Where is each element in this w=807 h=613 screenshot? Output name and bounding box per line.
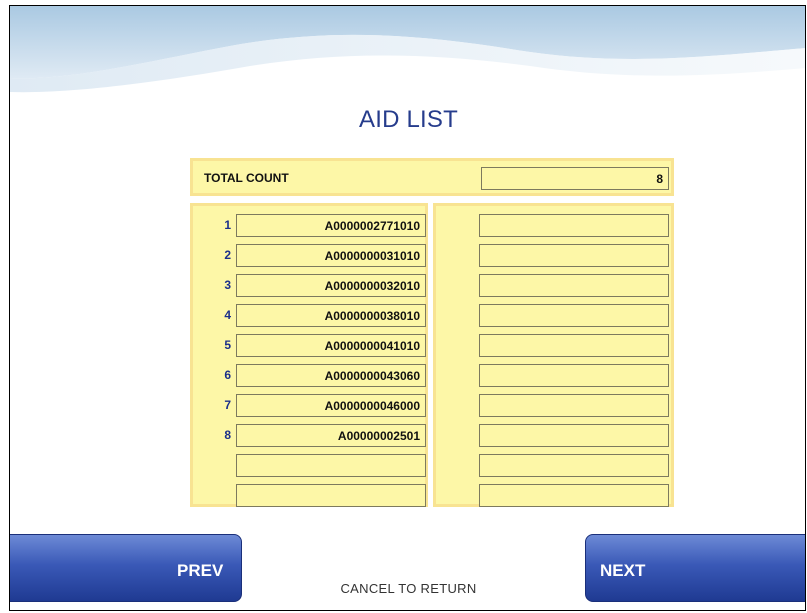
aid-entry-empty [479, 244, 669, 267]
aid-entry: A0000000038010 [236, 304, 426, 327]
cancel-to-return-text: CANCEL TO RETURN [340, 581, 477, 596]
total-count-value: 8 [481, 167, 669, 190]
page-title: AID LIST [359, 106, 458, 133]
aid-entry-empty [479, 214, 669, 237]
aid-list-right-panel [433, 203, 674, 507]
aid-entry-empty [479, 274, 669, 297]
row-index: 5 [224, 338, 231, 352]
aid-entry [236, 484, 426, 507]
row-index: 3 [224, 278, 231, 292]
aid-entry: A0000000032010 [236, 274, 426, 297]
total-count-label: TOTAL COUNT [204, 171, 289, 185]
total-count-panel: TOTAL COUNT 8 [190, 158, 674, 196]
aid-entry-empty [479, 454, 669, 477]
header-wave-banner [10, 6, 805, 93]
prev-button-label: PREV [177, 561, 224, 580]
row-index [211, 454, 231, 477]
aid-entry-empty [479, 394, 669, 417]
aid-entry-empty [479, 424, 669, 447]
aid-entry: A0000000041010 [236, 334, 426, 357]
row-index: 1 [224, 218, 231, 232]
aid-entry: A00000002501 [236, 424, 426, 447]
row-index: 8 [224, 428, 231, 442]
aid-entry [236, 454, 426, 477]
aid-entry-empty [479, 334, 669, 357]
aid-entry-empty [479, 484, 669, 507]
atm-screen: AID LIST TOTAL COUNT 8 1 A0000002771010 … [9, 5, 806, 611]
row-index: 4 [224, 308, 231, 322]
aid-entry: A0000000046000 [236, 394, 426, 417]
row-index [211, 484, 231, 507]
aid-list-left-panel: 1 A0000002771010 2 A0000000031010 3 A000… [190, 203, 428, 507]
aid-entry-empty [479, 304, 669, 327]
row-index: 2 [224, 248, 231, 262]
row-index: 7 [224, 398, 231, 412]
next-button-label: NEXT [600, 561, 646, 580]
aid-entry: A0000000043060 [236, 364, 426, 387]
aid-entry: A0000002771010 [236, 214, 426, 237]
aid-entry: A0000000031010 [236, 244, 426, 267]
aid-entry-empty [479, 364, 669, 387]
row-index: 6 [224, 368, 231, 382]
